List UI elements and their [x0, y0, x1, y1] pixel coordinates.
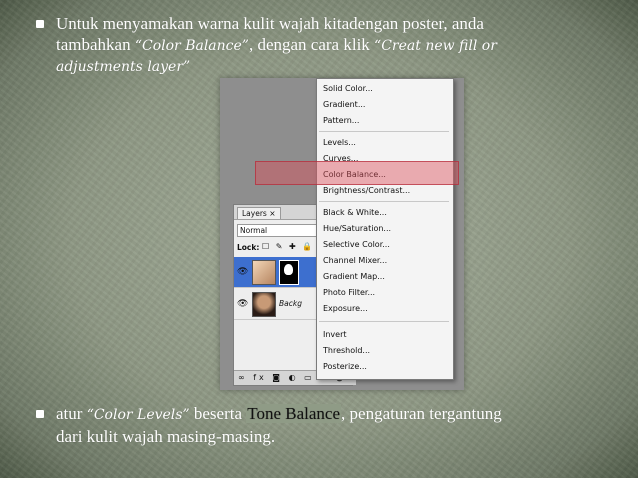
layer-thumbnail	[252, 260, 276, 285]
eye-icon[interactable]: 👁	[237, 267, 248, 277]
bullet1-line3: adjustments layer”	[56, 59, 191, 75]
eye-icon[interactable]: 👁	[237, 299, 248, 309]
tab-layers[interactable]: Layers ×	[237, 207, 281, 219]
menu-item-levels[interactable]: Levels...	[323, 137, 356, 149]
layer-name: Backg	[279, 299, 302, 308]
bullet1-text-b: “Color Balance”	[134, 38, 249, 54]
bullet2-text-a: atur	[56, 404, 87, 423]
layer-mask-thumbnail	[279, 260, 299, 285]
bullet2-text-b: “Color Levels”	[86, 407, 190, 423]
bullet2-tone-balance: Tone Balance	[246, 404, 342, 423]
bullet2-line1: atur “Color Levels” beserta Tone Balance…	[56, 403, 616, 426]
bullet1-text-d: “Creat new fill or	[374, 38, 497, 54]
bullet-icon	[36, 410, 44, 418]
menu-item-black-white[interactable]: Black & White...	[323, 207, 387, 219]
menu-item-pattern[interactable]: Pattern...	[323, 115, 359, 127]
menu-item-posterize[interactable]: Posterize...	[323, 361, 367, 373]
menu-item-selective-color[interactable]: Selective Color...	[323, 239, 390, 251]
menu-item-channel-mixer[interactable]: Channel Mixer...	[323, 255, 387, 267]
layer-thumbnail	[252, 292, 276, 317]
menu-separator	[319, 201, 449, 202]
menu-item-brightness-contrast[interactable]: Brightness/Contrast...	[323, 185, 410, 197]
menu-item-gradient-map[interactable]: Gradient Map...	[323, 271, 385, 283]
menu-item-photo-filter[interactable]: Photo Filter...	[323, 287, 375, 299]
lock-label: Lock:	[237, 243, 260, 252]
bullet2-text-c: beserta	[189, 404, 247, 423]
menu-item-threshold[interactable]: Threshold...	[323, 345, 370, 357]
menu-item-invert[interactable]: Invert	[323, 329, 347, 341]
bullet1-text-c: , dengan cara klik	[248, 35, 375, 54]
menu-separator	[319, 321, 449, 322]
menu-item-gradient[interactable]: Gradient...	[323, 99, 365, 111]
lock-icons[interactable]: ☐ ✎ ✚ 🔒	[262, 242, 314, 251]
bullet1-line2: tambahkan “Color Balance”, dengan cara k…	[56, 34, 616, 57]
bullet-icon	[36, 20, 44, 28]
bullet1-text-a: tambahkan	[56, 35, 135, 54]
menu-item-exposure[interactable]: Exposure...	[323, 303, 368, 315]
color-balance-highlight	[255, 161, 459, 185]
menu-item-solid-color[interactable]: Solid Color...	[323, 83, 373, 95]
menu-item-hue-saturation[interactable]: Hue/Saturation...	[323, 223, 391, 235]
bullet-color-levels: atur “Color Levels” beserta Tone Balance…	[36, 403, 616, 447]
bullet-color-balance: Untuk menyamakan warna kulit wajah kitad…	[36, 13, 616, 78]
adjustment-layer-menu: Solid Color... Gradient... Pattern... Le…	[316, 78, 454, 380]
bullet2-line2: dari kulit wajah masing-masing.	[56, 427, 276, 446]
bullet2-text-e: , pengaturan tergantung	[341, 404, 502, 423]
bullet1-line1: Untuk menyamakan warna kulit wajah kitad…	[56, 14, 484, 33]
menu-separator	[319, 131, 449, 132]
